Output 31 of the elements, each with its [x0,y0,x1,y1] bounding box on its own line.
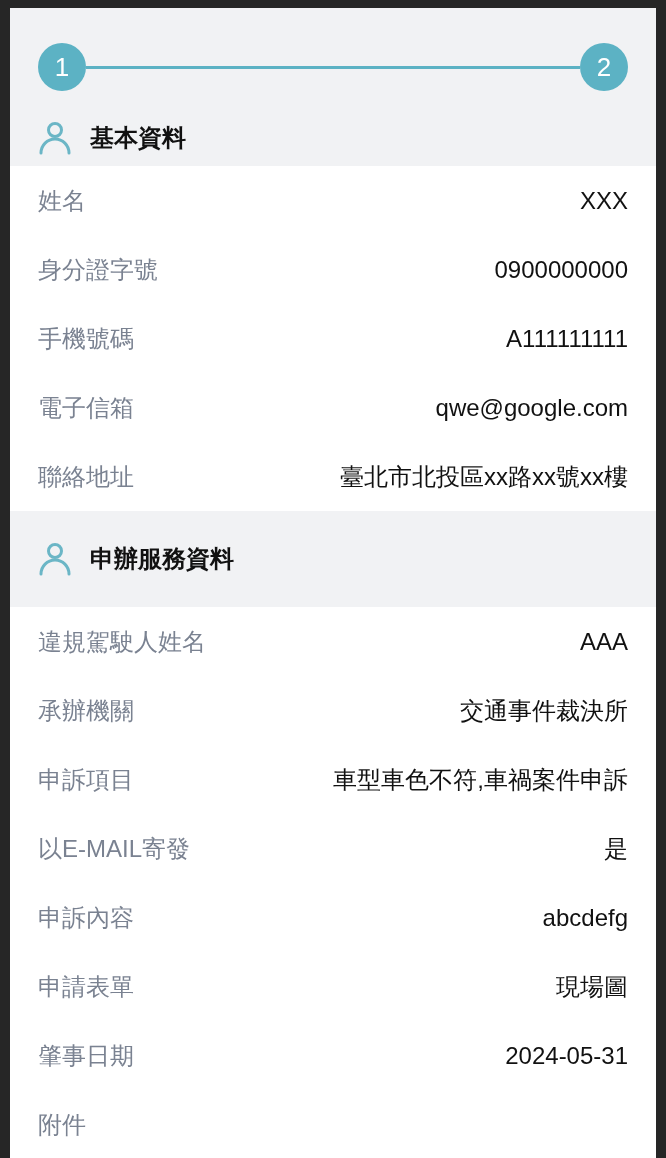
step-circle: 1 [38,43,86,91]
field-label: 肇事日期 [38,1040,134,1071]
field-label: 聯絡地址 [38,461,134,492]
field-value: qwe@google.com [435,393,628,422]
field-label: 附件 [38,1109,86,1140]
user-icon [38,542,72,576]
field-value: abcdefg [542,903,628,932]
section-title: 基本資料 [90,123,186,153]
user-icon [38,121,72,155]
field-label: 違規駕駛人姓名 [38,626,206,657]
field-label: 承辦機關 [38,695,134,726]
field-value: 是 [604,833,628,864]
field-label: 以E-MAIL寄發 [38,833,190,864]
field-label: 申請表單 [38,971,134,1002]
field-label: 身分證字號 [38,254,158,285]
field-value: 現場圖 [556,971,628,1002]
field-value: 交通事件裁決所 [460,695,628,726]
field-label: 手機號碼 [38,323,134,354]
field-value: A111111111 [506,324,628,353]
field-value: 2024-05-31 [505,1041,628,1070]
field-label: 姓名 [38,185,86,216]
field-value: XXX [579,186,628,215]
field-value: 車型車色不符,車禍案件申訴 [333,764,628,795]
step-circle: 2 [580,43,628,91]
field-value: AAA [579,627,628,656]
section-title: 申辦服務資料 [90,544,234,574]
field-value: 0900000000 [494,255,628,284]
field-label: 申訴內容 [38,902,134,933]
field-label: 申訴項目 [38,764,134,795]
field-label: 電子信箱 [38,392,134,423]
field-value: 臺北市北投區xx路xx號xx樓 [340,461,628,492]
